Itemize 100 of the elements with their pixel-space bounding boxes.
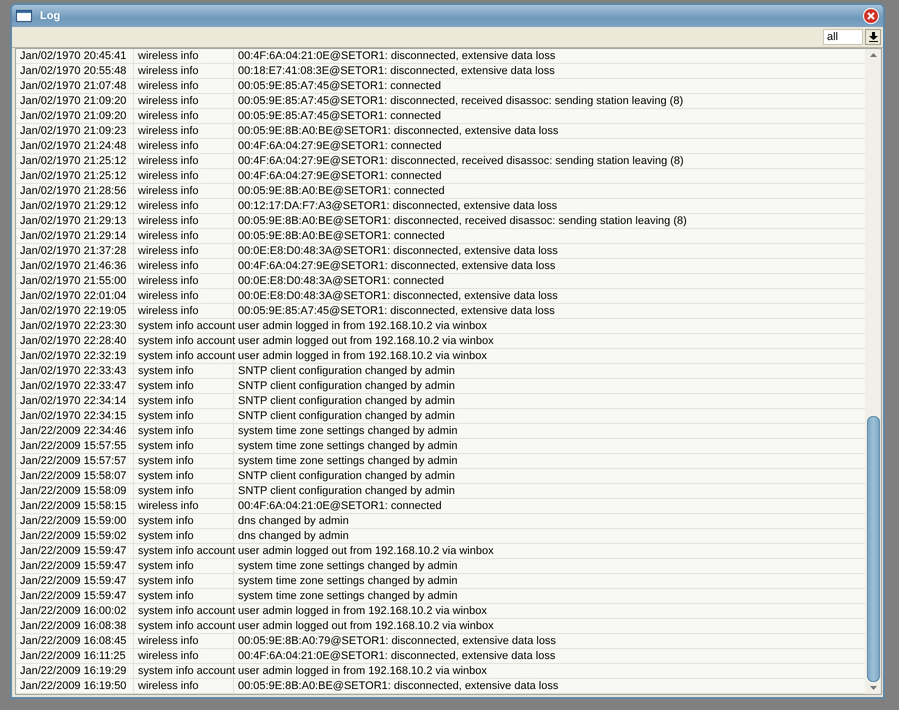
log-row[interactable]: Jan/22/2009 15:58:15 wireless info 00:4F:6A:04:21:0E@SETOR1: connected xyxy=(16,499,865,514)
topic-cell: wireless info xyxy=(134,184,234,198)
log-row[interactable]: Jan/22/2009 15:59:47 system info account user admin logged out from 192.168.10.2 via winbox xyxy=(16,544,865,559)
topic-cell: wireless info xyxy=(134,274,234,288)
message-cell-text: user admin logged out from 192.168.10.2 via winbox xyxy=(237,544,495,558)
time-cell: Jan/02/1970 21:55:00 xyxy=(16,274,134,288)
message-cell-text: system time zone settings changed by admin xyxy=(237,454,459,468)
message-cell-text: 00:05:9E:8B:A0:BE@SETOR1: connected xyxy=(237,184,446,198)
window-icon xyxy=(16,10,32,22)
log-row[interactable]: Jan/22/2009 16:08:38 system info account user admin logged out from 192.168.10.2 via winbox xyxy=(16,619,865,634)
log-row[interactable]: Jan/22/2009 16:08:45 wireless info 00:05:9E:8B:A0:79@SETOR1: disconnected, extensive data loss xyxy=(16,634,865,649)
message-cell-text: SNTP client configuration changed by admin xyxy=(237,484,456,498)
message-cell-text: system time zone settings changed by admin xyxy=(237,424,459,438)
message-cell-text: 00:4F:6A:04:21:0E@SETOR1: connected xyxy=(237,499,443,513)
log-row[interactable]: Jan/22/2009 15:57:55 system info system time zone settings changed by admin xyxy=(16,439,865,454)
log-row[interactable]: Jan/02/1970 22:33:43 system info SNTP client configuration changed by admin xyxy=(16,364,865,379)
log-row[interactable]: Jan/02/1970 20:55:48 wireless info 00:18:E7:41:08:3E@SETOR1: disconnected, extensive data loss xyxy=(16,64,865,79)
log-row[interactable]: Jan/22/2009 15:59:47 system info system time zone settings changed by admin xyxy=(16,559,865,574)
log-row[interactable]: Jan/02/1970 21:29:12 wireless info 00:12:17:DA:F7:A3@SETOR1: disconnected, extensive data loss xyxy=(16,199,865,214)
message-cell-text: 00:12:17:DA:F7:A3@SETOR1: disconnected, extensive data loss xyxy=(237,199,558,213)
topic-cell: system info xyxy=(134,559,234,573)
log-row[interactable]: Jan/02/1970 21:09:23 wireless info 00:05:9E:8B:A0:BE@SETOR1: disconnected, extensive data loss xyxy=(16,124,865,139)
log-row[interactable]: Jan/22/2009 15:58:07 system info SNTP client configuration changed by admin xyxy=(16,469,865,484)
message-cell-text: dns changed by admin xyxy=(237,514,350,528)
topic-cell: wireless info xyxy=(134,679,234,693)
time-cell: Jan/22/2009 22:34:46 xyxy=(16,424,134,438)
log-row[interactable]: Jan/22/2009 22:34:46 system info system time zone settings changed by admin xyxy=(16,424,865,439)
message-cell-text: SNTP client configuration changed by admin xyxy=(237,469,456,483)
message-cell-text: 00:4F:6A:04:21:0E@SETOR1: disconnected, extensive data loss xyxy=(237,49,556,63)
log-row[interactable]: Jan/22/2009 15:58:09 system info SNTP client configuration changed by admin xyxy=(16,484,865,499)
log-row[interactable]: Jan/02/1970 21:09:20 wireless info 00:05:9E:85:A7:45@SETOR1: connected xyxy=(16,109,865,124)
topic-cell: system info xyxy=(134,514,234,528)
log-row[interactable]: Jan/22/2009 16:19:50 wireless info 00:05:9E:8B:A0:BE@SETOR1: disconnected, extensive data loss xyxy=(16,679,865,694)
time-cell: Jan/02/1970 22:32:19 xyxy=(16,349,134,363)
log-row[interactable]: Jan/02/1970 22:32:19 system info account user admin logged in from 192.168.10.2 via winbox xyxy=(16,349,865,364)
time-cell: Jan/02/1970 21:25:12 xyxy=(16,154,134,168)
log-row[interactable]: Jan/02/1970 21:25:12 wireless info 00:4F:6A:04:27:9E@SETOR1: connected xyxy=(16,169,865,184)
message-cell-text: 00:4F:6A:04:21:0E@SETOR1: disconnected, extensive data loss xyxy=(237,649,556,663)
log-row[interactable]: Jan/02/1970 20:45:41 wireless info 00:4F:6A:04:21:0E@SETOR1: disconnected, extensive data loss xyxy=(16,49,865,64)
log-row[interactable]: Jan/22/2009 16:19:29 system info account user admin logged in from 192.168.10.2 via winbox xyxy=(16,664,865,679)
message-cell-text: SNTP client configuration changed by admin xyxy=(237,379,456,393)
log-row[interactable]: Jan/02/1970 22:33:47 system info SNTP client configuration changed by admin xyxy=(16,379,865,394)
log-row[interactable]: Jan/02/1970 21:37:28 wireless info 00:0E:E8:D0:48:3A@SETOR1: disconnected, extensive data loss xyxy=(16,244,865,259)
log-row[interactable]: Jan/22/2009 15:57:57 system info system time zone settings changed by admin xyxy=(16,454,865,469)
time-cell: Jan/02/1970 22:23:30 xyxy=(16,319,134,333)
time-cell: Jan/22/2009 16:00:02 xyxy=(16,604,134,618)
topic-cell: system info xyxy=(134,409,234,423)
filter-dropdown[interactable]: all xyxy=(823,29,863,45)
log-row[interactable]: Jan/22/2009 16:11:25 wireless info 00:4F:6A:04:21:0E@SETOR1: disconnected, extensive data loss xyxy=(16,649,865,664)
log-row[interactable]: Jan/02/1970 22:28:40 system info account user admin logged out from 192.168.10.2 via winbox xyxy=(16,334,865,349)
log-row[interactable]: Jan/02/1970 21:55:00 wireless info 00:0E:E8:D0:48:3A@SETOR1: connected xyxy=(16,274,865,289)
message-cell-text: 00:18:E7:41:08:3E@SETOR1: disconnected, extensive data loss xyxy=(237,64,556,78)
log-row[interactable]: Jan/02/1970 21:28:56 wireless info 00:05:9E:8B:A0:BE@SETOR1: connected xyxy=(16,184,865,199)
time-cell: Jan/02/1970 21:28:56 xyxy=(16,184,134,198)
time-cell: Jan/02/1970 20:55:48 xyxy=(16,64,134,78)
topic-cell: system info account xyxy=(134,349,234,363)
log-row[interactable]: Jan/02/1970 21:29:14 wireless info 00:05:9E:8B:A0:BE@SETOR1: connected xyxy=(16,229,865,244)
message-cell-text: user admin logged in from 192.168.10.2 via winbox xyxy=(237,604,488,618)
log-row[interactable]: Jan/02/1970 21:25:12 wireless info 00:4F:6A:04:27:9E@SETOR1: disconnected, received disassoc: sending station leaving (8) xyxy=(16,154,865,169)
message-cell-text: 00:05:9E:85:A7:45@SETOR1: disconnected, extensive data loss xyxy=(237,304,556,318)
log-row[interactable]: Jan/22/2009 16:00:02 system info account user admin logged in from 192.168.10.2 via winbox xyxy=(16,604,865,619)
topic-cell: system info xyxy=(134,484,234,498)
log-row[interactable]: Jan/22/2009 15:59:47 system info system time zone settings changed by admin xyxy=(16,574,865,589)
dropdown-button[interactable] xyxy=(865,29,881,45)
topic-cell: system info account xyxy=(134,319,234,333)
down-arrow-icon xyxy=(868,32,878,42)
scrollbar[interactable] xyxy=(865,49,881,694)
scroll-thumb[interactable] xyxy=(866,416,880,682)
log-row[interactable]: Jan/02/1970 22:01:04 wireless info 00:0E:E8:D0:48:3A@SETOR1: disconnected, extensive data loss xyxy=(16,289,865,304)
log-row[interactable]: Jan/02/1970 22:23:30 system info account user admin logged in from 192.168.10.2 via winbox xyxy=(16,319,865,334)
log-row[interactable]: Jan/22/2009 15:59:47 system info system time zone settings changed by admin xyxy=(16,589,865,604)
time-cell: Jan/02/1970 21:09:20 xyxy=(16,109,134,123)
message-cell-text: SNTP client configuration changed by admin xyxy=(237,364,456,378)
topic-cell: system info account xyxy=(134,334,234,348)
close-icon[interactable] xyxy=(863,8,879,24)
log-row[interactable]: Jan/22/2009 15:59:00 system info dns changed by admin xyxy=(16,514,865,529)
log-row[interactable]: Jan/02/1970 21:09:20 wireless info 00:05:9E:85:A7:45@SETOR1: disconnected, received disassoc: sending station leaving (8) xyxy=(16,94,865,109)
message-cell-text: 00:05:9E:85:A7:45@SETOR1: disconnected, received disassoc: sending station leaving (8) xyxy=(237,94,684,108)
message-cell-text: dns changed by admin xyxy=(237,529,350,543)
time-cell: Jan/02/1970 21:07:48 xyxy=(16,79,134,93)
topic-cell: system info xyxy=(134,364,234,378)
time-cell: Jan/02/1970 22:34:15 xyxy=(16,409,134,423)
log-row[interactable]: Jan/02/1970 21:07:48 wireless info 00:05:9E:85:A7:45@SETOR1: connected xyxy=(16,79,865,94)
message-cell-text: 00:05:9E:8B:A0:BE@SETOR1: connected xyxy=(237,229,446,243)
log-row[interactable]: Jan/02/1970 22:19:05 wireless info 00:05:9E:85:A7:45@SETOR1: disconnected, extensive data loss xyxy=(16,304,865,319)
time-cell: Jan/02/1970 21:46:36 xyxy=(16,259,134,273)
log-row[interactable]: Jan/02/1970 21:29:13 wireless info 00:05:9E:8B:A0:BE@SETOR1: disconnected, received disassoc: sending station leaving (8) xyxy=(16,214,865,229)
message-cell-text: 00:05:9E:8B:A0:BE@SETOR1: disconnected, extensive data loss xyxy=(237,679,560,693)
log-row[interactable]: Jan/22/2009 15:59:02 system info dns changed by admin xyxy=(16,529,865,544)
log-row[interactable]: Jan/02/1970 21:24:48 wireless info 00:4F:6A:04:27:9E@SETOR1: connected xyxy=(16,139,865,154)
message-cell-text: 00:4F:6A:04:27:9E@SETOR1: disconnected, received disassoc: sending station leaving (8) xyxy=(237,154,685,168)
topic-cell: system info xyxy=(134,394,234,408)
log-row[interactable]: Jan/02/1970 22:34:15 system info SNTP client configuration changed by admin xyxy=(16,409,865,424)
time-cell: Jan/02/1970 21:29:12 xyxy=(16,199,134,213)
log-row[interactable]: Jan/02/1970 21:46:36 wireless info 00:4F:6A:04:27:9E@SETOR1: disconnected, extensive data loss xyxy=(16,259,865,274)
log-row[interactable]: Jan/02/1970 22:34:14 system info SNTP client configuration changed by admin xyxy=(16,394,865,409)
topic-cell: wireless info xyxy=(134,124,234,138)
topic-cell: system info xyxy=(134,454,234,468)
time-cell: Jan/22/2009 15:58:09 xyxy=(16,484,134,498)
message-cell-text: system time zone settings changed by admin xyxy=(237,559,459,573)
